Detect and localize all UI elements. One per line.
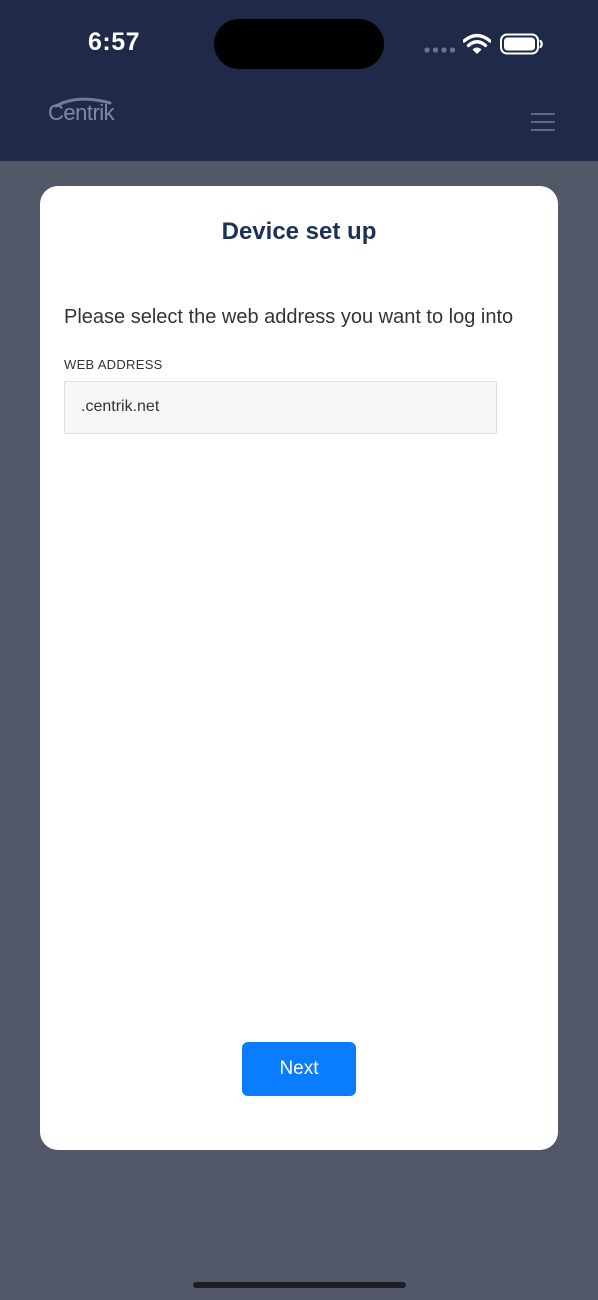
next-button[interactable]: Next [242, 1042, 356, 1096]
home-indicator[interactable] [193, 1282, 406, 1288]
instruction-text: Please select the web address you want t… [64, 306, 514, 328]
cellular-signal-icon [424, 47, 456, 53]
web-address-label: WEB ADDRESS [64, 357, 163, 372]
web-address-select[interactable]: .centrik.net [64, 381, 497, 434]
logo-text: Centrik [48, 100, 115, 125]
status-time: 6:57 [88, 28, 141, 56]
page-title: Device set up [221, 218, 377, 245]
wifi-icon [463, 33, 491, 54]
hamburger-menu-icon[interactable] [531, 112, 555, 132]
battery-icon [500, 33, 543, 55]
top-bar: 6:57 Centrik [0, 0, 598, 161]
device-setup-card: Device set up Please select the web addr… [40, 186, 558, 1150]
centrik-logo: Centrik [48, 96, 124, 130]
web-address-value: .centrik.net [81, 398, 160, 415]
dynamic-island [214, 19, 384, 69]
